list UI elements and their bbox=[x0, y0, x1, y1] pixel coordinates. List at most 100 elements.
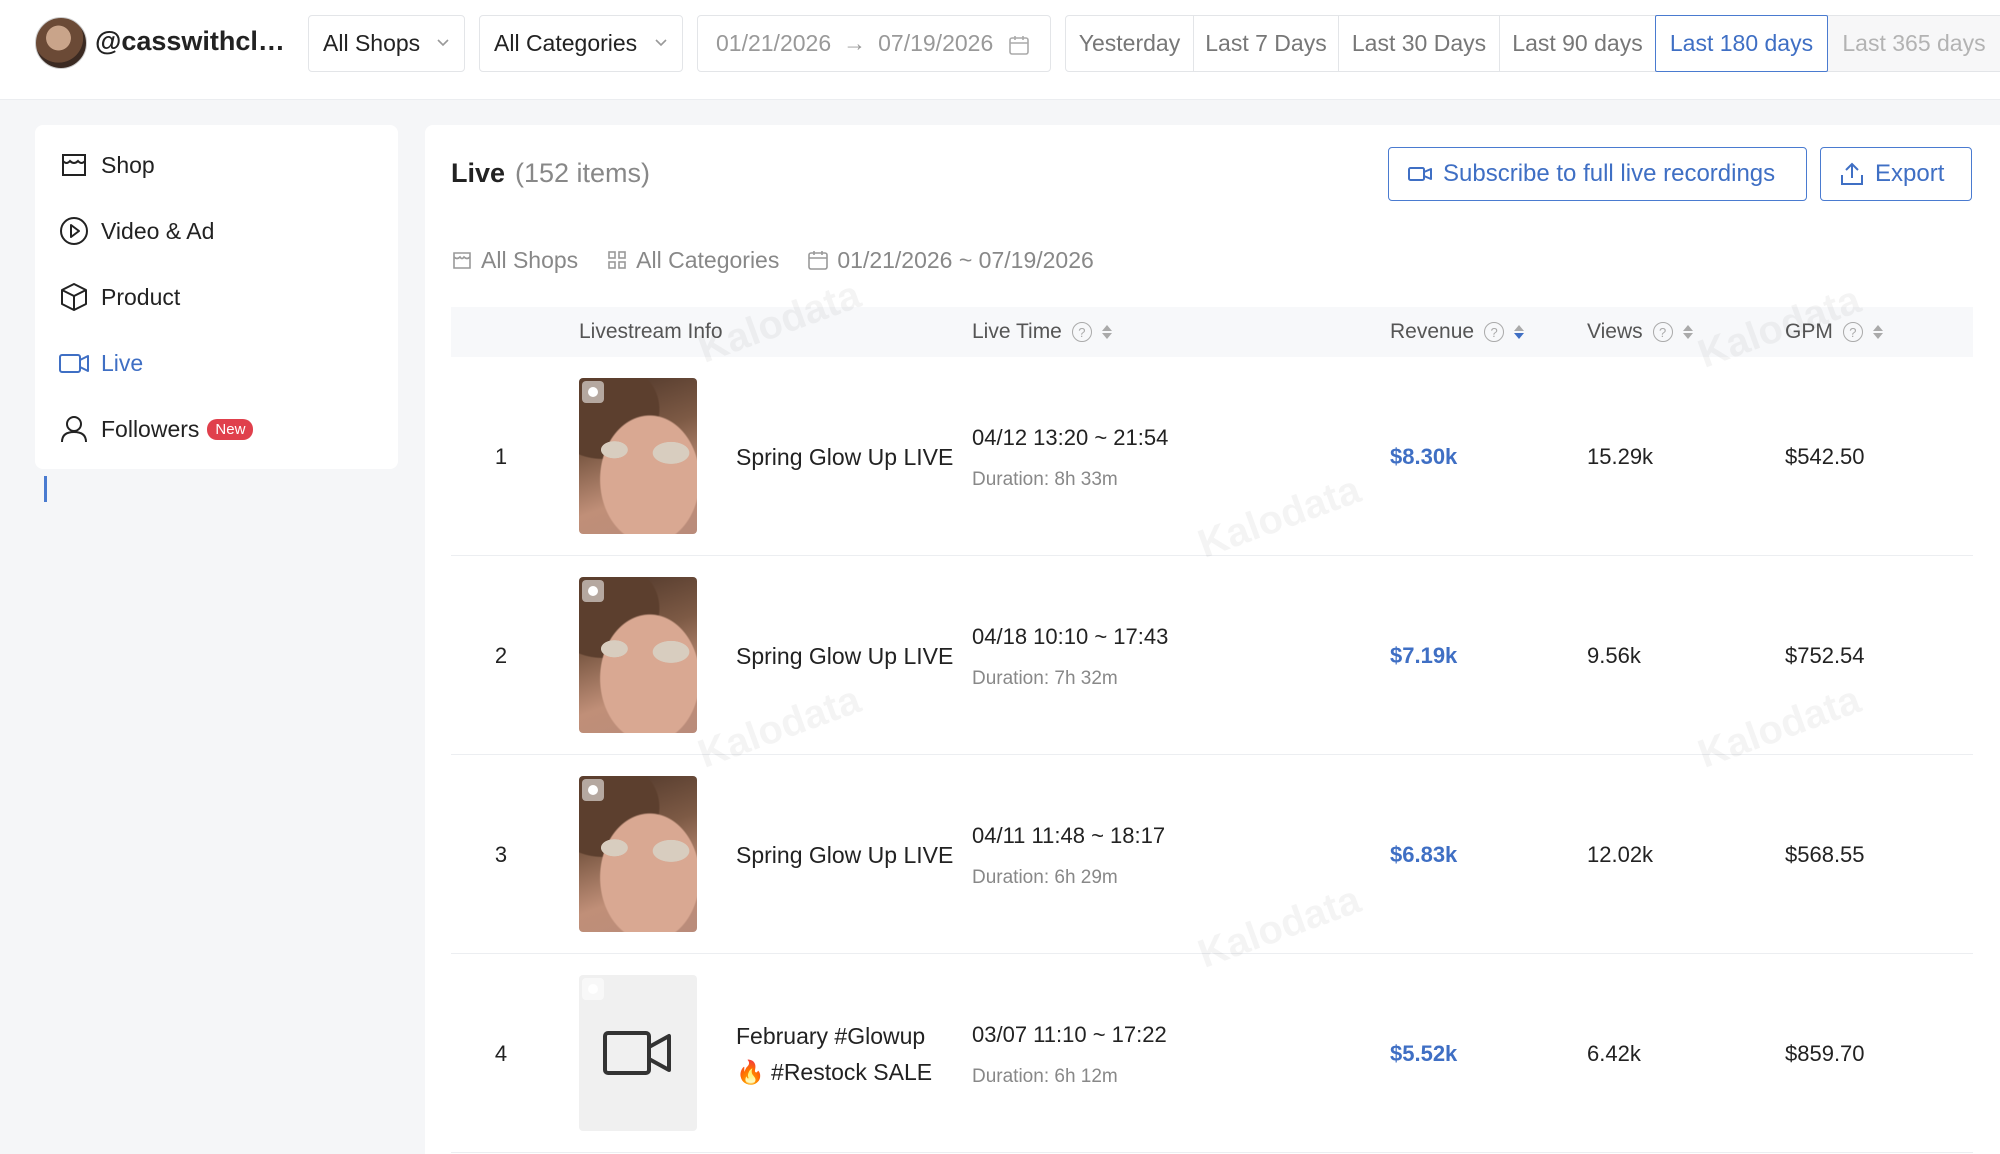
revenue-value: $7.19k bbox=[1390, 642, 1458, 668]
subscribe-button[interactable]: Subscribe to full live recordings bbox=[1388, 147, 1807, 201]
box-icon bbox=[57, 280, 91, 314]
help-icon[interactable]: ? bbox=[1652, 322, 1673, 342]
livestream-thumbnail[interactable] bbox=[579, 577, 697, 733]
col-label: Livestream Info bbox=[579, 320, 723, 343]
livestream-title[interactable]: Spring Glow Up LIVE bbox=[736, 755, 956, 954]
duration: Duration: 8h 33m bbox=[972, 469, 1118, 490]
shop-filter-dropdown[interactable]: All Shops bbox=[308, 15, 465, 72]
category-filter-dropdown[interactable]: All Categories bbox=[479, 15, 683, 72]
live-time: 04/11 11:48 ~ 18:17 bbox=[972, 823, 1166, 848]
revenue-value: $6.83k bbox=[1390, 841, 1458, 867]
col-label: Live Time bbox=[972, 320, 1062, 343]
help-icon[interactable]: ? bbox=[1071, 322, 1092, 342]
livestream-title[interactable]: Spring Glow Up LIVE bbox=[736, 556, 956, 755]
table-row[interactable]: 1 Spring Glow Up LIVE 04/12 13:20 ~ 21:5… bbox=[451, 357, 1973, 556]
table-row[interactable]: 4 February #Glowup 🔥 #Restock SALE 03/07… bbox=[451, 954, 1973, 1153]
sort-icon[interactable] bbox=[1514, 325, 1525, 339]
top-bar: @casswithclas... All Shops All Categorie… bbox=[0, 0, 2000, 100]
filter-categories[interactable]: All Categories bbox=[606, 247, 779, 274]
col-revenue[interactable]: Revenue ? bbox=[1390, 307, 1525, 357]
sidebar: Shop Video & Ad Product Live Followers N… bbox=[35, 125, 398, 502]
range-last-365-days: Last 365 days bbox=[1827, 15, 2000, 72]
livestream-thumbnail[interactable] bbox=[579, 378, 697, 534]
livestream-title[interactable]: Spring Glow Up LIVE bbox=[736, 357, 956, 556]
live-time: 03/07 11:10 ~ 17:22 bbox=[972, 1022, 1167, 1047]
sidebar-item-shop[interactable]: Shop bbox=[57, 145, 155, 185]
date-end: 07/19/2026 bbox=[878, 30, 994, 56]
sidebar-item-label: Followers bbox=[101, 415, 200, 442]
new-badge: New bbox=[207, 418, 254, 440]
filter-shops-label: All Shops bbox=[481, 246, 579, 273]
rank: 3 bbox=[494, 841, 508, 867]
duration: Duration: 6h 12m bbox=[972, 1066, 1118, 1087]
export-label: Export bbox=[1875, 160, 1945, 187]
col-label: Revenue bbox=[1390, 320, 1475, 343]
sort-icon[interactable] bbox=[1101, 325, 1112, 339]
avatar[interactable] bbox=[35, 17, 87, 69]
duration: Duration: 6h 29m bbox=[972, 867, 1118, 888]
live-indicator-icon bbox=[582, 381, 604, 403]
sidebar-item-label: Live bbox=[101, 349, 144, 376]
livestream-thumbnail[interactable] bbox=[579, 975, 697, 1131]
revenue-value: $5.52k bbox=[1390, 1040, 1458, 1066]
date-range-picker[interactable]: 01/21/2026 → 07/19/2026 bbox=[697, 15, 1051, 72]
views-value: 15.29k bbox=[1587, 443, 1654, 469]
chevron-down-icon bbox=[437, 39, 449, 47]
range-yesterday[interactable]: Yesterday bbox=[1065, 15, 1194, 72]
filter-date[interactable]: 01/21/2026 ~ 07/19/2026 bbox=[807, 247, 1094, 274]
live-time: 04/12 13:20 ~ 21:54 bbox=[972, 425, 1169, 450]
views-value: 9.56k bbox=[1587, 642, 1641, 668]
subscribe-label: Subscribe to full live recordings bbox=[1443, 160, 1776, 187]
livestream-thumbnail[interactable] bbox=[579, 776, 697, 932]
shop-filter-label: All Shops bbox=[323, 30, 421, 56]
user-icon bbox=[57, 412, 91, 446]
sidebar-item-product[interactable]: Product bbox=[57, 277, 180, 317]
col-label: GPM bbox=[1785, 320, 1833, 343]
col-gpm[interactable]: GPM ? bbox=[1785, 307, 1883, 357]
sort-icon[interactable] bbox=[1872, 325, 1883, 339]
calendar-icon bbox=[808, 251, 829, 270]
range-last-7-days[interactable]: Last 7 Days bbox=[1193, 15, 1339, 72]
account-name[interactable]: @casswithclas... bbox=[95, 26, 295, 57]
table-row[interactable]: 3 Spring Glow Up LIVE 04/11 11:48 ~ 18:1… bbox=[451, 755, 1973, 954]
active-filters: All Shops All Categories 01/21/2026 ~ 07… bbox=[451, 243, 1122, 277]
sidebar-item-label: Shop bbox=[101, 151, 155, 178]
sidebar-item-followers[interactable]: Followers New bbox=[57, 409, 254, 449]
upload-icon bbox=[1841, 162, 1863, 185]
date-start: 01/21/2026 bbox=[716, 30, 832, 56]
col-views[interactable]: Views ? bbox=[1587, 307, 1693, 357]
gpm-value: $568.55 bbox=[1785, 841, 1865, 867]
live-indicator-icon bbox=[582, 978, 604, 1000]
category-filter-label: All Categories bbox=[494, 30, 638, 56]
revenue-value: $8.30k bbox=[1390, 443, 1458, 469]
sidebar-item-live[interactable]: Live bbox=[57, 343, 143, 383]
filter-shops[interactable]: All Shops bbox=[451, 247, 578, 274]
col-live-time[interactable]: Live Time ? bbox=[972, 307, 1112, 357]
live-indicator-icon bbox=[582, 580, 604, 602]
shop-icon bbox=[453, 252, 471, 269]
range-last-30-days[interactable]: Last 30 Days bbox=[1338, 15, 1500, 72]
rank: 4 bbox=[494, 1040, 508, 1066]
gpm-value: $752.54 bbox=[1785, 642, 1865, 668]
col-label: Views bbox=[1587, 320, 1643, 343]
live-time: 04/18 10:10 ~ 17:43 bbox=[972, 624, 1169, 649]
sidebar-item-label: Product bbox=[101, 283, 181, 310]
sidebar-item-video-ad[interactable]: Video & Ad bbox=[57, 211, 214, 251]
play-circle-icon bbox=[57, 214, 91, 248]
sort-icon[interactable] bbox=[1682, 325, 1693, 339]
table-header: Livestream Info Live Time ? Revenue ? Vi… bbox=[451, 307, 1973, 357]
video-camera-icon bbox=[57, 346, 91, 380]
gpm-value: $542.50 bbox=[1785, 443, 1865, 469]
range-last-180-days[interactable]: Last 180 days bbox=[1655, 15, 1828, 72]
range-last-90-days[interactable]: Last 90 days bbox=[1499, 15, 1656, 72]
grid-icon bbox=[608, 251, 626, 269]
export-button[interactable]: Export bbox=[1820, 147, 1972, 201]
rank: 1 bbox=[494, 443, 508, 469]
livestream-title[interactable]: February #Glowup 🔥 #Restock SALE bbox=[736, 954, 956, 1153]
help-icon[interactable]: ? bbox=[1484, 322, 1505, 342]
live-indicator-icon bbox=[582, 779, 604, 801]
views-value: 12.02k bbox=[1587, 841, 1654, 867]
sidebar-item-label: Video & Ad bbox=[101, 217, 215, 244]
help-icon[interactable]: ? bbox=[1842, 322, 1863, 342]
table-row[interactable]: 2 Spring Glow Up LIVE 04/18 10:10 ~ 17:4… bbox=[451, 556, 1973, 755]
